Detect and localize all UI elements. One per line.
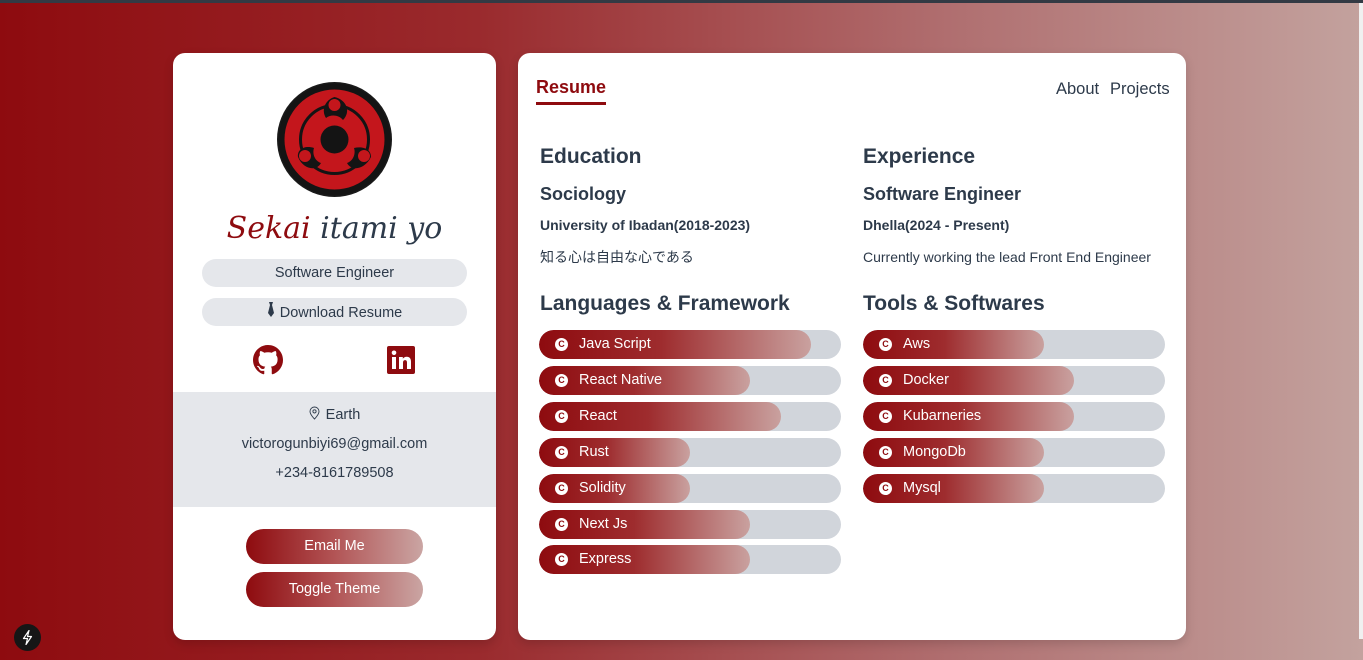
skill-label: React Native [579,372,663,388]
tools-heading: Tools & Softwares [863,292,1045,315]
experience-company: Dhella(2024 - Present) [863,217,1010,233]
skill-bar: C Express [539,545,841,574]
contact-panel: Earth victorogunbiyi69@gmail.com +234-81… [173,392,496,507]
email-address: victorogunbiyi69@gmail.com [241,436,428,452]
skill-level-fill [539,510,751,539]
skill-bar: C React [539,402,841,431]
skill-label: Next Js [579,516,628,532]
github-icon [253,345,283,375]
nav-projects-link[interactable]: Projects [1110,79,1170,99]
tab-resume[interactable]: Resume [536,76,607,105]
profile-card: Sekai itami yo Software Engineer Downloa… [173,53,496,640]
education-institution: University of Ibadan(2018-2023) [540,217,751,233]
download-resume-button[interactable]: Download Resume [202,298,467,326]
skill-label: Rust [579,444,609,460]
skill-bar: C MongoDb [863,438,1165,467]
skill-label: Java Script [579,336,651,352]
copyright-icon: C [879,374,892,387]
linkedin-icon [387,346,415,374]
copyright-icon: C [555,482,568,495]
skill-bar: C Rust [539,438,841,467]
location-row: Earth [173,405,496,426]
languages-heading: Languages & Framework [540,292,790,315]
phone-number: +234-8161789508 [275,465,394,481]
location-text: Earth [325,407,361,423]
toggle-theme-button[interactable]: Toggle Theme [246,572,423,607]
skill-level-fill [539,402,781,431]
copyright-icon: C [879,482,892,495]
experience-note: Currently working the lead Front End Eng… [863,249,1151,265]
skill-bar: C Next Js [539,510,841,539]
nav-about-link[interactable]: About [1056,79,1099,99]
profile-name-rest: itami yo [310,211,443,246]
experience-heading: Experience [863,145,976,168]
resume-card: Resume About Projects Education Sociolog… [518,53,1186,640]
skill-bar: C Java Script [539,330,841,359]
dev-tools-badge[interactable] [14,624,41,651]
skill-bar: C React Native [539,366,841,395]
copyright-icon: C [555,518,568,531]
copyright-icon: C [555,410,568,423]
experience-position: Software Engineer [863,184,1022,204]
browser-top-line [0,0,1363,3]
education-degree: Sociology [540,184,627,204]
tie-icon [267,298,275,326]
skill-level-fill [863,366,1075,395]
copyright-icon: C [879,338,892,351]
github-link[interactable] [253,345,283,375]
avatar [277,82,392,197]
skill-bar: C Kubarneries [863,402,1165,431]
scrollbar-track[interactable] [1359,3,1363,639]
email-me-button[interactable]: Email Me [246,529,423,564]
copyright-icon: C [555,338,568,351]
skill-label: Mysql [903,480,941,496]
copyright-icon: C [879,446,892,459]
map-pin-icon [309,406,320,426]
education-heading: Education [540,145,642,168]
skill-label: React [579,408,617,424]
profile-name: Sekai itami yo [173,208,496,250]
education-note: 知る心は自由な心である [540,249,694,265]
copyright-icon: C [879,410,892,423]
skill-label: Aws [903,336,931,352]
copyright-icon: C [555,374,568,387]
skill-label: Kubarneries [903,408,982,424]
copyright-icon: C [555,553,568,566]
skill-bar: C Solidity [539,474,841,503]
lightning-icon [22,630,33,645]
linkedin-link[interactable] [386,345,416,375]
skill-label: Express [579,551,632,567]
skill-label: MongoDb [903,444,966,460]
skill-label: Solidity [579,480,626,496]
copyright-icon: C [555,446,568,459]
skill-bar: C Mysql [863,474,1165,503]
skill-bar: C Aws [863,330,1165,359]
skill-label: Docker [903,372,949,388]
role-badge: Software Engineer [202,259,467,287]
skill-bar: C Docker [863,366,1165,395]
download-resume-label: Download Resume [279,305,403,321]
profile-name-first: Sekai [226,211,311,246]
sharingan-icon [278,83,391,196]
skill-level-fill [539,545,751,574]
